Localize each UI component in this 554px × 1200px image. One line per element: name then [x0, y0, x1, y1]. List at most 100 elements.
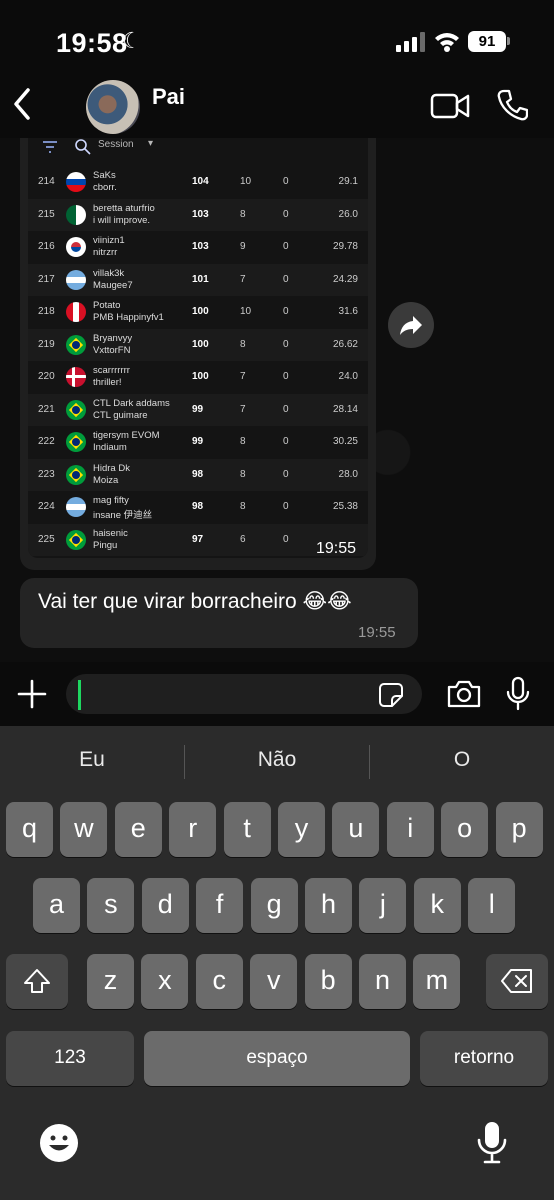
stat: 8 [240, 436, 246, 447]
phone-call-icon[interactable] [496, 88, 528, 122]
key-e[interactable]: e [114, 802, 162, 857]
suggestion-3[interactable]: O [370, 748, 554, 772]
key-k[interactable]: k [413, 878, 461, 933]
stat: 8 [240, 468, 246, 480]
key-r[interactable]: r [169, 802, 217, 857]
key-s[interactable]: s [87, 878, 135, 933]
flag-icon [66, 464, 86, 485]
player-name: PMB Happinyfv1 [93, 312, 164, 323]
space-key[interactable]: espaço [144, 1031, 410, 1086]
rank: 217 [38, 273, 55, 285]
player-name: mag fifty [93, 495, 129, 506]
flag-icon [66, 367, 86, 387]
score: 99 [192, 436, 204, 447]
microphone-icon[interactable] [504, 676, 532, 712]
image-message[interactable]: Session ▾ 214 SaKs cborr. 104 10 0 29.1 215 bere… [20, 138, 376, 570]
text-caret [78, 680, 81, 710]
stat: 7 [240, 403, 246, 415]
key-z[interactable]: z [87, 954, 134, 1009]
key-w[interactable]: w [60, 802, 108, 857]
leaderboard-row: 221 CTL Dark addams CTL guimare 99 7 0 28.14 [28, 393, 368, 426]
key-n[interactable]: n [359, 954, 406, 1009]
key-o[interactable]: o [441, 802, 489, 857]
player-name: Pingu [93, 539, 118, 551]
key-b[interactable]: b [304, 954, 352, 1009]
rank: 220 [38, 371, 55, 382]
key-d[interactable]: d [141, 878, 189, 933]
stat: 24.29 [332, 273, 358, 285]
rank: 221 [38, 403, 55, 415]
score: 98 [192, 468, 204, 480]
video-call-icon[interactable] [430, 90, 470, 122]
numbers-key[interactable]: 123 [6, 1031, 134, 1086]
sticker-icon[interactable] [378, 682, 404, 708]
player-name: CTL Dark addams [93, 397, 170, 409]
battery-tip [507, 37, 510, 45]
wifi-icon [435, 33, 459, 52]
key-f[interactable]: f [196, 878, 244, 933]
player-name: cborr. [93, 182, 117, 193]
chat-title[interactable]: Pai [152, 84, 185, 110]
stat: 26.0 [338, 208, 358, 220]
score: 97 [192, 533, 204, 545]
return-key[interactable]: retorno [420, 1031, 548, 1086]
player-name: i will improve. [93, 214, 151, 226]
dictation-mic-icon[interactable] [474, 1120, 510, 1166]
forward-button[interactable] [388, 302, 434, 348]
plus-icon[interactable] [14, 676, 50, 712]
leaderboard-row: 224 mag fifty insane 伊迪丝 98 8 0 25.38 [28, 491, 368, 523]
leaderboard-screenshot: Session ▾ 214 SaKs cborr. 104 10 0 29.1 215 bere… [28, 138, 368, 558]
back-chevron-icon[interactable] [8, 84, 38, 124]
stat: 0 [283, 306, 289, 317]
rank: 223 [38, 468, 55, 480]
key-u[interactable]: u [332, 802, 380, 857]
leaderboard-row: 223 Hidra Dk Moiza 98 8 0 28.0 [28, 458, 368, 491]
key-g[interactable]: g [250, 878, 298, 933]
stat: 6 [240, 533, 246, 545]
player-name: CTL guimare [93, 409, 148, 421]
score: 100 [192, 371, 209, 382]
key-i[interactable]: i [386, 802, 434, 857]
shift-key[interactable] [6, 954, 68, 1009]
key-h[interactable]: h [305, 878, 352, 933]
score: 101 [192, 273, 209, 285]
emoji-icon[interactable] [38, 1122, 80, 1164]
key-c[interactable]: c [195, 954, 243, 1009]
stat: 30.25 [332, 436, 358, 447]
leaderboard-row: 222 tigersym EVOM Indiaum 99 8 0 30.25 [28, 426, 368, 458]
key-q[interactable]: q [6, 802, 53, 857]
rank: 214 [38, 176, 55, 187]
key-y[interactable]: y [278, 802, 325, 857]
key-p[interactable]: p [495, 802, 543, 857]
stat: 0 [283, 338, 289, 350]
delete-key[interactable] [486, 954, 548, 1009]
status-time: 19:58 [56, 28, 128, 58]
key-j[interactable]: j [359, 878, 407, 933]
key-t[interactable]: t [223, 802, 271, 857]
avatar[interactable] [86, 80, 140, 134]
signal-icon [396, 32, 425, 52]
flag-icon [66, 204, 86, 225]
key-l[interactable]: l [468, 878, 516, 933]
key-v[interactable]: v [250, 954, 298, 1009]
key-a[interactable]: a [33, 878, 80, 933]
message-text: Vai ter que virar borracheiro 😂😂 [38, 590, 352, 613]
camera-icon[interactable] [446, 678, 482, 710]
suggestion-2[interactable]: Não [185, 748, 369, 772]
flag-icon [66, 399, 86, 420]
stat: 0 [283, 436, 289, 447]
battery-indicator: 91 [468, 31, 506, 52]
player-name: tigersym EVOM [93, 430, 160, 441]
suggestion-1[interactable]: Eu [0, 748, 184, 772]
score: 103 [192, 208, 209, 220]
message-input[interactable] [66, 674, 422, 714]
stat: 0 [283, 371, 289, 382]
key-m[interactable]: m [413, 954, 461, 1009]
key-x[interactable]: x [141, 954, 189, 1009]
player-name: Bryanvyy [93, 332, 133, 344]
score: 98 [192, 501, 204, 512]
leaderboard-row: 215 beretta aturfrio i will improve. 103 8 0 2… [28, 198, 368, 231]
player-name: villak3k [93, 267, 125, 279]
player-name: SaKs [93, 170, 116, 181]
player-name: scarrrrrrr [93, 365, 130, 376]
